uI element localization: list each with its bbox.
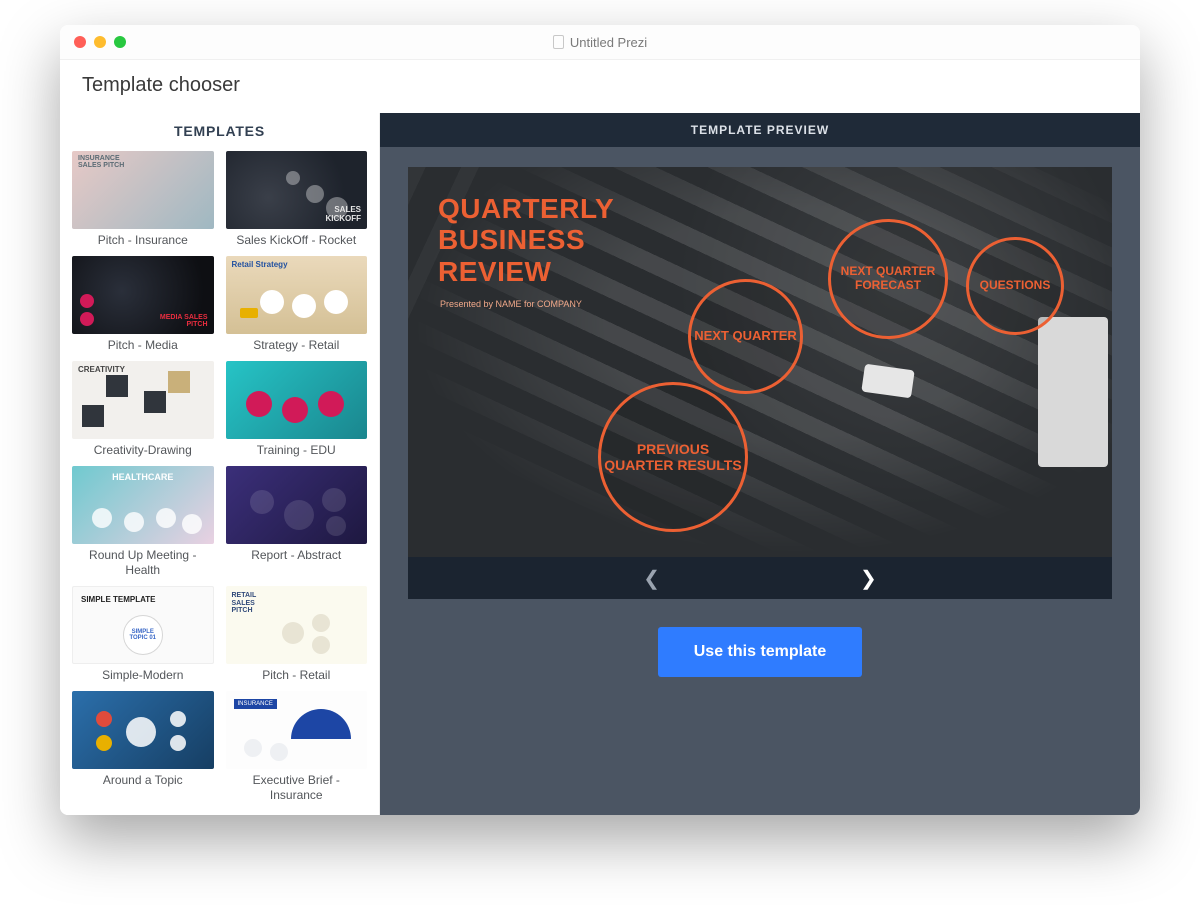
template-creativity-drawing[interactable]: Creativity-Drawing [72, 361, 214, 458]
template-thumbnail [226, 586, 368, 664]
template-pitch-insurance[interactable]: Pitch - Insurance [72, 151, 214, 248]
template-thumbnail [72, 691, 214, 769]
template-strategy-retail[interactable]: Strategy - Retail [226, 256, 368, 353]
next-slide-button[interactable]: ❯ [860, 566, 877, 591]
app-window: Untitled Prezi Template chooser TEMPLATE… [60, 25, 1140, 815]
template-simple-modern[interactable]: SIMPLE TOPIC 01 Simple-Modern [72, 586, 214, 683]
window-title-text: Untitled Prezi [570, 35, 647, 50]
template-thumbnail [72, 151, 214, 229]
template-label: Executive Brief - Insurance [226, 769, 368, 803]
bubble-previous-quarter-results: PREVIOUS QUARTER RESULTS [598, 382, 748, 532]
preview-header: TEMPLATE PREVIEW [380, 113, 1140, 147]
template-label: Sales KickOff - Rocket [234, 229, 358, 248]
umbrella-icon [291, 709, 351, 739]
templates-grid[interactable]: Pitch - Insurance Sales KickOff - Rocket [60, 151, 379, 815]
bubble-questions: QUESTIONS [966, 237, 1064, 335]
template-preview-panel: TEMPLATE PREVIEW QUARTERLY BUSINESS REVI… [380, 113, 1140, 815]
truck-decor [1038, 317, 1108, 467]
template-round-up-meeting-health[interactable]: Round Up Meeting - Health [72, 466, 214, 578]
template-label: Simple-Modern [100, 664, 185, 683]
template-label: Creativity-Drawing [92, 439, 194, 458]
template-label: Around a Topic [101, 769, 185, 788]
template-training-edu[interactable]: Training - EDU [226, 361, 368, 458]
template-thumbnail [226, 466, 368, 544]
titlebar: Untitled Prezi [60, 25, 1140, 60]
template-thumbnail [226, 691, 368, 769]
slide-subtitle: Presented by NAME for COMPANY [440, 299, 582, 309]
slide-title-line2: BUSINESS [438, 224, 585, 255]
templates-sidebar: TEMPLATES Pitch - Insurance Sales KickOf… [60, 113, 380, 815]
prev-slide-button[interactable]: ❮ [643, 566, 660, 591]
document-icon [553, 35, 564, 49]
template-label: Pitch - Insurance [96, 229, 190, 248]
template-around-a-topic[interactable]: Around a Topic [72, 691, 214, 803]
use-this-template-button[interactable]: Use this template [658, 627, 862, 677]
template-sales-kickoff-rocket[interactable]: Sales KickOff - Rocket [226, 151, 368, 248]
window-controls [60, 36, 126, 48]
template-thumbnail [226, 256, 368, 334]
preview-body: QUARTERLY BUSINESS REVIEW Presented by N… [380, 147, 1140, 815]
template-label: Training - EDU [255, 439, 338, 458]
template-thumbnail: SIMPLE TOPIC 01 [72, 586, 214, 664]
page-title: Template chooser [60, 60, 1140, 113]
close-window-button[interactable] [74, 36, 86, 48]
bubble-next-quarter: NEXT QUARTER [688, 279, 803, 394]
template-executive-brief-insurance[interactable]: Executive Brief - Insurance [226, 691, 368, 803]
template-label: Pitch - Retail [260, 664, 332, 683]
template-thumbnail [72, 466, 214, 544]
zoom-window-button[interactable] [114, 36, 126, 48]
template-pitch-media[interactable]: Pitch - Media [72, 256, 214, 353]
slide-title: QUARTERLY BUSINESS REVIEW [438, 193, 614, 287]
template-label: Report - Abstract [249, 544, 343, 563]
template-thumbnail [72, 361, 214, 439]
bubble-next-quarter-forecast: NEXT QUARTER FORECAST [828, 219, 948, 339]
preview-slide: QUARTERLY BUSINESS REVIEW Presented by N… [408, 167, 1112, 557]
template-label: Pitch - Media [106, 334, 180, 353]
minimize-window-button[interactable] [94, 36, 106, 48]
window-title: Untitled Prezi [60, 35, 1140, 50]
template-pitch-retail[interactable]: Pitch - Retail [226, 586, 368, 683]
template-thumbnail [226, 361, 368, 439]
template-report-abstract[interactable]: Report - Abstract [226, 466, 368, 578]
slide-nav: ❮ ❯ [408, 557, 1112, 599]
slide-title-line3: REVIEW [438, 256, 551, 287]
template-label: Round Up Meeting - Health [72, 544, 214, 578]
preview-slide-container: QUARTERLY BUSINESS REVIEW Presented by N… [408, 167, 1112, 599]
templates-header: TEMPLATES [60, 113, 379, 151]
template-thumbnail [72, 256, 214, 334]
main-split: TEMPLATES Pitch - Insurance Sales KickOf… [60, 113, 1140, 815]
template-thumbnail [226, 151, 368, 229]
slide-title-line1: QUARTERLY [438, 193, 614, 224]
template-label: Strategy - Retail [251, 334, 341, 353]
thumb-topic-circle: SIMPLE TOPIC 01 [123, 615, 163, 655]
